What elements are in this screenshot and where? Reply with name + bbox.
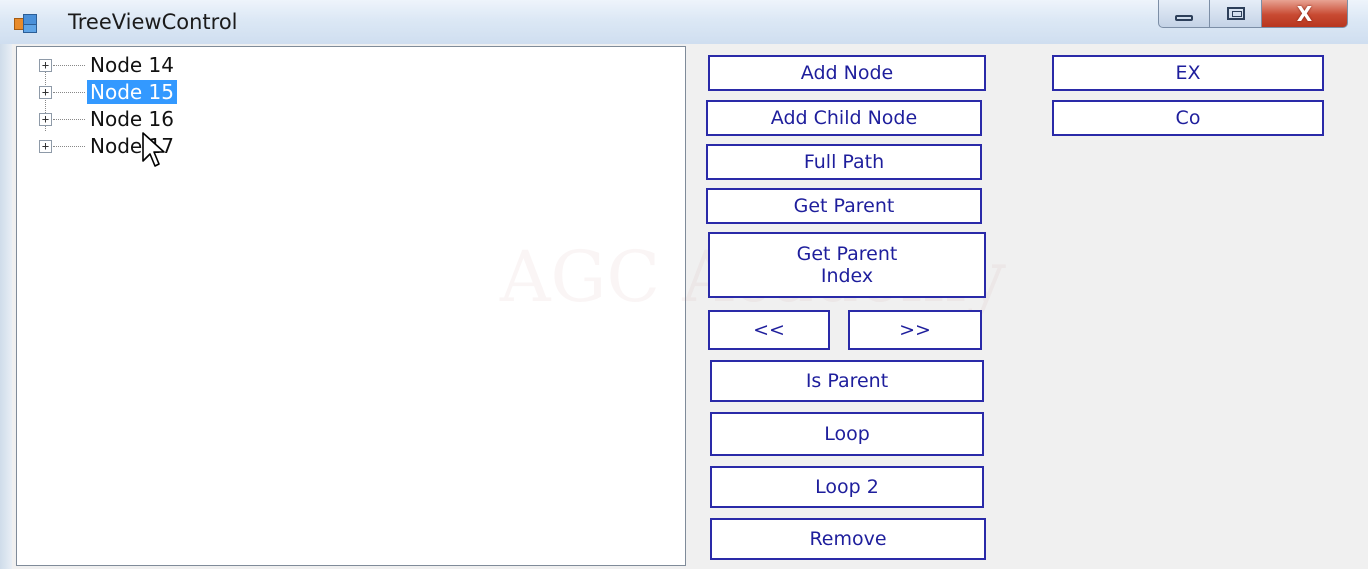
ex-button[interactable]: EX — [1052, 55, 1324, 91]
tree-node-label[interactable]: Node 14 — [87, 53, 177, 77]
tree-node-label[interactable]: Node 15 — [87, 80, 178, 104]
co-button[interactable]: Co — [1052, 100, 1324, 136]
expand-icon[interactable]: + — [39, 140, 52, 153]
mouse-pointer-icon — [142, 132, 165, 167]
full-path-button[interactable]: Full Path — [706, 144, 982, 180]
minimize-button[interactable] — [1158, 0, 1210, 28]
button-panel: AGC Academy Add Node Add Child Node Full… — [500, 46, 1368, 569]
maximize-icon — [1226, 7, 1245, 20]
window-controls: X — [1158, 0, 1348, 30]
app-window-icon — [14, 14, 38, 33]
tree-connector — [53, 92, 85, 93]
tree-node[interactable]: + Node 14 — [17, 53, 317, 77]
tree-view[interactable]: + Node 14 + Node 15 + Node 16 + Node 17 — [16, 46, 686, 566]
close-button[interactable]: X — [1262, 0, 1348, 28]
previous-button[interactable]: << — [708, 310, 830, 350]
add-child-node-button[interactable]: Add Child Node — [706, 100, 982, 136]
tree-node[interactable]: + Node 16 — [17, 107, 317, 131]
title-bar[interactable]: TreeViewControl X — [0, 0, 1368, 44]
minimize-icon — [1175, 14, 1193, 21]
tree-connector — [53, 65, 85, 66]
expand-icon[interactable]: + — [39, 86, 52, 99]
get-parent-button[interactable]: Get Parent — [706, 188, 982, 224]
loop-2-button[interactable]: Loop 2 — [710, 466, 984, 508]
expand-icon[interactable]: + — [39, 59, 52, 72]
get-parent-index-button[interactable]: Get Parent Index — [708, 232, 986, 298]
tree-node-selected[interactable]: + Node 15 — [17, 80, 317, 104]
is-parent-button[interactable]: Is Parent — [710, 360, 984, 402]
add-node-button[interactable]: Add Node — [708, 55, 986, 91]
remove-button[interactable]: Remove — [710, 518, 986, 560]
next-button[interactable]: >> — [848, 310, 982, 350]
tree-node-label[interactable]: Node 16 — [87, 107, 177, 131]
maximize-button[interactable] — [1210, 0, 1262, 28]
tree-connector — [53, 119, 85, 120]
tree-connector — [53, 146, 85, 147]
close-icon: X — [1296, 1, 1313, 26]
window-frame-edge — [0, 44, 12, 569]
window-title: TreeViewControl — [68, 10, 238, 34]
expand-icon[interactable]: + — [39, 113, 52, 126]
treeview-window: TreeViewControl X + Node 14 + Node 15 + … — [0, 0, 1368, 569]
loop-button[interactable]: Loop — [710, 412, 984, 456]
